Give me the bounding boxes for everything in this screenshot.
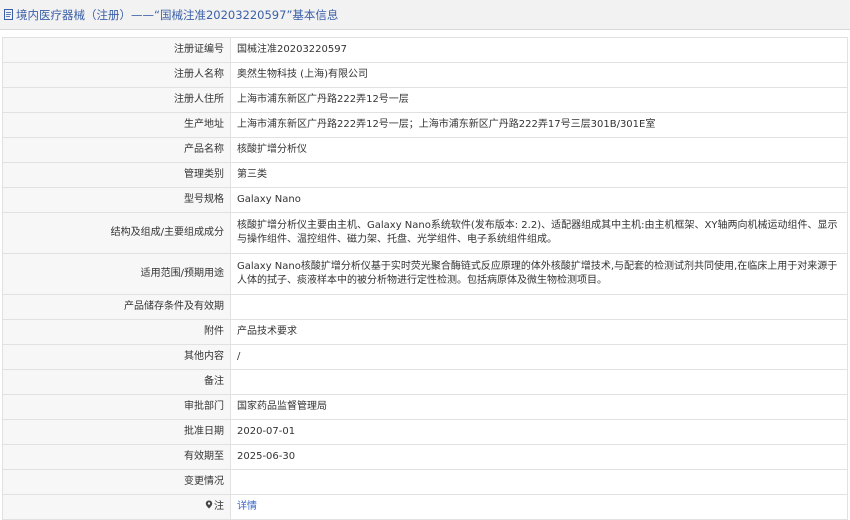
row-value: / bbox=[230, 344, 848, 370]
table-row: 注册证编号 国械注准20203220597 bbox=[2, 37, 848, 63]
note-value-cell: 详情 bbox=[230, 494, 848, 520]
row-label: 注册证编号 bbox=[2, 37, 231, 63]
row-value: 核酸扩增分析仪 bbox=[230, 137, 848, 163]
table-row: 注册人住所 上海市浦东新区广丹路222弄12号一层 bbox=[2, 87, 848, 113]
row-value: 上海市浦东新区广丹路222弄12号一层 bbox=[230, 87, 848, 113]
row-label: 其他内容 bbox=[2, 344, 231, 370]
table-row: 备注 bbox=[2, 369, 848, 395]
info-table-container: 注册证编号 国械注准20203220597 注册人名称 奥然生物科技 (上海)有… bbox=[2, 37, 848, 520]
row-value bbox=[230, 294, 848, 320]
row-value: Galaxy Nano核酸扩增分析仪基于实时荧光聚合酶链式反应原理的体外核酸扩增… bbox=[230, 253, 848, 295]
row-value: 核酸扩增分析仪主要由主机、Galaxy Nano系统软件(发布版本: 2.2)、… bbox=[230, 212, 848, 254]
note-label: 注 bbox=[214, 501, 224, 512]
map-pin-icon bbox=[205, 500, 213, 514]
table-row: 变更情况 bbox=[2, 469, 848, 495]
row-label: 审批部门 bbox=[2, 394, 231, 420]
row-label: 型号规格 bbox=[2, 187, 231, 213]
table-row: 附件 产品技术要求 bbox=[2, 319, 848, 345]
table-row: 管理类别 第三类 bbox=[2, 162, 848, 188]
table-row: 审批部门 国家药品监督管理局 bbox=[2, 394, 848, 420]
row-value: 奥然生物科技 (上海)有限公司 bbox=[230, 62, 848, 88]
table-row: 型号规格 Galaxy Nano bbox=[2, 187, 848, 213]
table-row: 其他内容 / bbox=[2, 344, 848, 370]
note-label-cell: 注 bbox=[2, 494, 231, 520]
row-label: 产品储存条件及有效期 bbox=[2, 294, 231, 320]
document-icon bbox=[4, 9, 13, 20]
row-label: 结构及组成/主要组成成分 bbox=[2, 212, 231, 254]
row-label: 备注 bbox=[2, 369, 231, 395]
row-label: 管理类别 bbox=[2, 162, 231, 188]
row-value: 2020-07-01 bbox=[230, 419, 848, 445]
table-row: 注册人名称 奥然生物科技 (上海)有限公司 bbox=[2, 62, 848, 88]
row-value bbox=[230, 369, 848, 395]
row-label: 产品名称 bbox=[2, 137, 231, 163]
row-label: 变更情况 bbox=[2, 469, 231, 495]
table-row: 生产地址 上海市浦东新区广丹路222弄12号一层；上海市浦东新区广丹路222弄1… bbox=[2, 112, 848, 138]
row-value: 第三类 bbox=[230, 162, 848, 188]
row-value: 产品技术要求 bbox=[230, 319, 848, 345]
table-row: 有效期至 2025-06-30 bbox=[2, 444, 848, 470]
row-label: 有效期至 bbox=[2, 444, 231, 470]
row-label: 生产地址 bbox=[2, 112, 231, 138]
table-row: 批准日期 2020-07-01 bbox=[2, 419, 848, 445]
info-table: 注册证编号 国械注准20203220597 注册人名称 奥然生物科技 (上海)有… bbox=[2, 37, 848, 520]
row-value bbox=[230, 469, 848, 495]
table-row: 产品储存条件及有效期 bbox=[2, 294, 848, 320]
row-value: 2025-06-30 bbox=[230, 444, 848, 470]
row-label: 注册人住所 bbox=[2, 87, 231, 113]
row-value: Galaxy Nano bbox=[230, 187, 848, 213]
table-row: 结构及组成/主要组成成分 核酸扩增分析仪主要由主机、Galaxy Nano系统软… bbox=[2, 212, 848, 254]
row-value: 国家药品监督管理局 bbox=[230, 394, 848, 420]
table-row: 产品名称 核酸扩增分析仪 bbox=[2, 137, 848, 163]
page-header: 境内医疗器械（注册）——“国械注准20203220597”基本信息 bbox=[0, 0, 850, 30]
row-label: 附件 bbox=[2, 319, 231, 345]
row-label: 注册人名称 bbox=[2, 62, 231, 88]
row-value: 国械注准20203220597 bbox=[230, 37, 848, 63]
row-label: 适用范围/预期用途 bbox=[2, 253, 231, 295]
row-value: 上海市浦东新区广丹路222弄12号一层；上海市浦东新区广丹路222弄17号三层3… bbox=[230, 112, 848, 138]
page-title: 境内医疗器械（注册）——“国械注准20203220597”基本信息 bbox=[16, 7, 339, 22]
row-label: 批准日期 bbox=[2, 419, 231, 445]
table-row: 注 详情 bbox=[2, 494, 848, 520]
table-row: 适用范围/预期用途 Galaxy Nano核酸扩增分析仪基于实时荧光聚合酶链式反… bbox=[2, 253, 848, 295]
details-link[interactable]: 详情 bbox=[237, 501, 257, 512]
